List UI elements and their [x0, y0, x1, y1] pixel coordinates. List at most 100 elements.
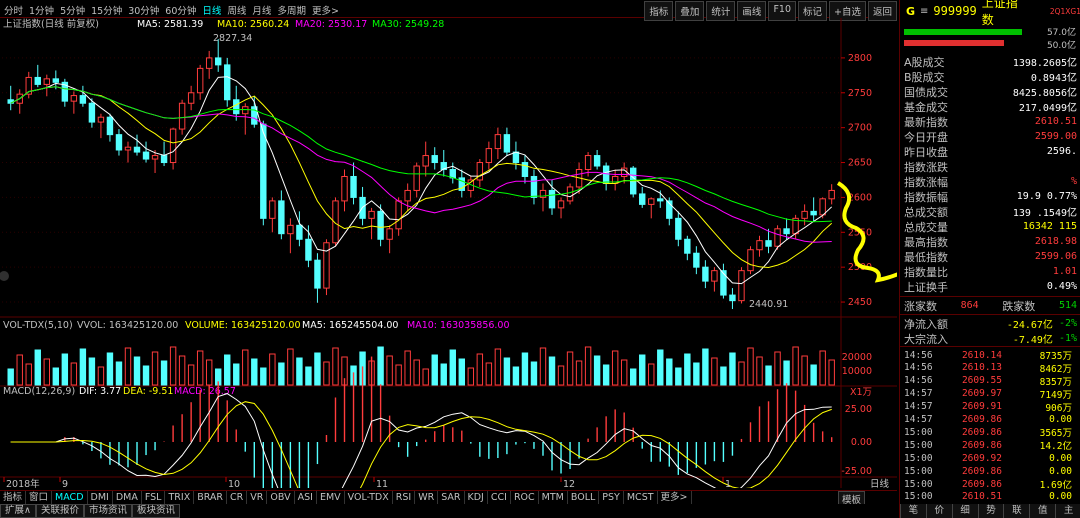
quote-footer-tab[interactable]: 值	[1029, 504, 1056, 518]
volume-bar	[115, 361, 123, 386]
indicator-tab[interactable]: EMV	[317, 491, 345, 504]
volume-bar	[70, 362, 78, 386]
candle-body	[151, 155, 159, 160]
period-tab[interactable]: 多周期	[277, 3, 306, 17]
stat-row: 基金成交 217.0499亿	[900, 99, 1080, 115]
stat-row: 最新指数 2610.51	[900, 114, 1080, 129]
period-tab[interactable]: 周线	[227, 3, 246, 17]
indicator-tab[interactable]: RSI	[393, 491, 416, 504]
flow-row: 净流入额 -24.67亿 -2%	[900, 316, 1080, 332]
indicator-tab[interactable]: CCI	[488, 491, 511, 504]
candle-body	[494, 134, 502, 150]
volume-bar	[205, 359, 213, 386]
indicator-tab[interactable]: ASI	[295, 491, 317, 504]
volume-label: VOLUME: 163425120.00	[185, 320, 301, 331]
tick-price: 2609.86	[961, 465, 1002, 477]
indicator-tab[interactable]: FSL	[142, 491, 166, 504]
period-tab[interactable]: 更多>	[312, 3, 339, 17]
stat-value: 2618.98	[1034, 236, 1077, 247]
price-axis-label: 2700	[848, 123, 872, 134]
tick-price: 2610.51	[961, 491, 1002, 503]
period-tab[interactable]: 60分钟	[165, 3, 196, 17]
candle-body	[97, 116, 105, 123]
bottom-tab[interactable]: 市场资讯	[83, 504, 132, 518]
down-count: 514	[1058, 300, 1077, 311]
indicator-tab[interactable]: DMI	[88, 491, 113, 504]
tick-time: 14:56	[904, 375, 933, 387]
bottom-tab[interactable]: 扩展∧	[0, 504, 36, 518]
quote-footer-tab[interactable]: 细	[951, 504, 978, 518]
candle-body	[224, 64, 231, 101]
period-tab[interactable]: 15分钟	[91, 3, 122, 17]
period-tab[interactable]: 5分钟	[60, 3, 85, 17]
candle-body	[675, 217, 682, 240]
indicator-tab[interactable]: KDJ	[465, 491, 488, 504]
period-tab[interactable]: 30分钟	[128, 3, 159, 17]
candle-body	[88, 102, 96, 123]
stat-row: 指数振幅 19.9 0.77%	[900, 189, 1080, 204]
volume-bar	[196, 350, 204, 386]
period-tab[interactable]: 1分钟	[29, 3, 54, 17]
volume-bar	[756, 356, 763, 386]
quote-footer-tab[interactable]: 势	[977, 504, 1004, 518]
volume-bar	[404, 350, 411, 386]
candle-body	[657, 198, 664, 202]
period-tab[interactable]: 日线	[202, 3, 221, 17]
candle-body	[43, 78, 50, 85]
quote-footer-tab[interactable]: 联	[1003, 504, 1030, 518]
indicator-tab[interactable]: SAR	[438, 491, 465, 504]
date-axis-label: 9	[62, 479, 68, 488]
indicator-tab[interactable]: 窗口	[26, 491, 53, 504]
period-tab[interactable]: 月线	[252, 3, 271, 17]
indicator-tab[interactable]: PSY	[599, 491, 624, 504]
indicator-tab[interactable]: BRAR	[194, 491, 228, 504]
indicator-tab[interactable]: 更多>	[658, 491, 692, 504]
candle-body	[639, 193, 646, 205]
tick-price: 2610.14	[961, 349, 1002, 361]
indicator-tab[interactable]: VOL-TDX	[345, 491, 393, 504]
indicator-tab[interactable]: MCST	[624, 491, 658, 504]
quote-footer-tab[interactable]: 主	[1055, 504, 1080, 518]
volume-bar	[593, 355, 601, 386]
volume-bar	[792, 346, 799, 386]
tick-price: 2610.13	[961, 362, 1002, 374]
indicator-tab[interactable]: TRIX	[165, 491, 195, 504]
volume-bar	[819, 350, 826, 386]
candle-body	[341, 175, 348, 202]
volume-bar	[512, 366, 520, 386]
indicator-tab[interactable]: WR	[415, 491, 439, 504]
scroll-left-arrow[interactable]	[0, 271, 9, 281]
volume-bar	[449, 349, 456, 386]
vol-ma5-label: MA5: 165245504.00	[302, 320, 398, 331]
indicator-tab[interactable]: ROC	[511, 491, 539, 504]
volume-bar	[458, 358, 465, 386]
indicator-tab[interactable]: MTM	[539, 491, 568, 504]
indicator-tab[interactable]: 指标	[0, 491, 27, 504]
ma-lines-group	[10, 76, 833, 285]
period-tab[interactable]: 分时	[4, 3, 23, 17]
indicator-tab[interactable]: VR	[247, 491, 268, 504]
indicator-tab[interactable]: MACD	[52, 491, 88, 504]
candle-body	[449, 169, 456, 179]
bottom-tab[interactable]: 关联报价	[35, 504, 84, 518]
quote-footer-tab[interactable]: 价	[925, 504, 952, 518]
indicator-tab[interactable]: BOLL	[568, 491, 600, 504]
volume-bar	[530, 361, 538, 386]
stock-name: 上证指数	[981, 0, 1018, 27]
volume-bar	[52, 367, 60, 386]
candle-body	[702, 266, 709, 282]
tick-time: 15:00	[904, 491, 933, 503]
indicator-tab[interactable]: DMA	[113, 491, 142, 504]
candle-body	[79, 95, 87, 104]
kline-chart[interactable]: 上证指数(日线 前复权) MA5: 2581.39 MA10: 2560.24 …	[0, 18, 897, 488]
candle-body	[115, 134, 123, 151]
quote-footer-tab[interactable]: 笔	[900, 504, 926, 518]
candle-body	[557, 200, 565, 209]
indicator-tab[interactable]: CR	[227, 491, 248, 504]
volume-bar	[611, 350, 619, 386]
menu-icon[interactable]: ≡	[920, 6, 928, 17]
bottom-tab[interactable]: 板块资讯	[132, 504, 181, 518]
stat-label: A股成交	[904, 55, 945, 69]
indicator-tab[interactable]: OBV	[267, 491, 295, 504]
stat-value: 217.0499亿	[1018, 103, 1077, 114]
